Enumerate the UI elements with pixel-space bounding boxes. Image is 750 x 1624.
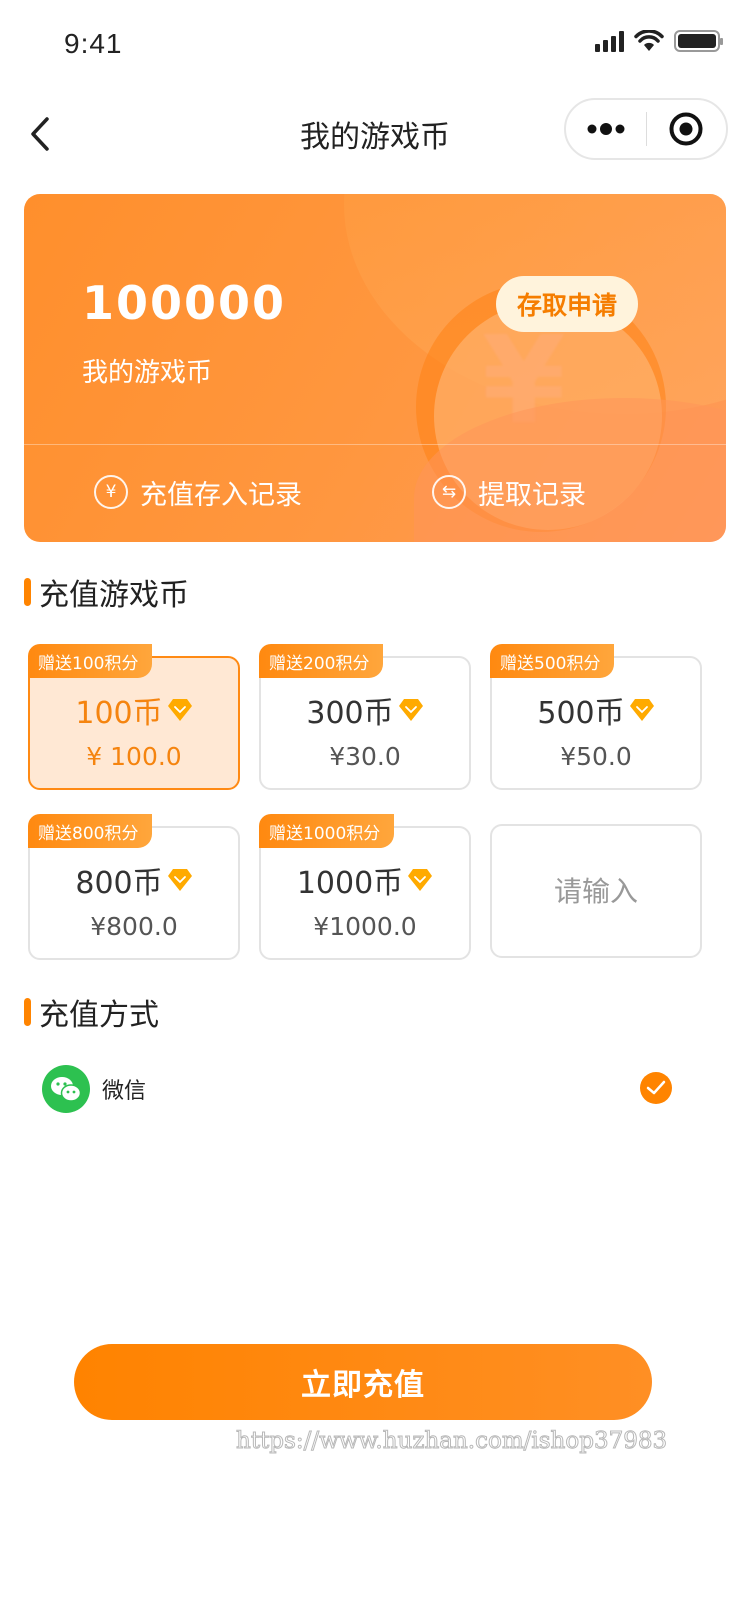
diamond-icon: [398, 699, 423, 721]
more-dots-icon: [587, 123, 625, 135]
diamond-icon: [167, 699, 192, 721]
checkmark-icon[interactable]: [640, 1072, 672, 1104]
bonus-points-badge: 赠送1000积分: [259, 814, 395, 848]
package-coins: 800币: [30, 858, 238, 902]
coin-package-card[interactable]: 赠送100积分 100币 ¥ 100.0: [28, 644, 240, 790]
status-time: 9:41: [64, 28, 123, 59]
custom-amount-field[interactable]: [490, 824, 702, 958]
package-coins-label: 800币: [75, 866, 163, 901]
deposit-records-link[interactable]: ¥ 充值存入记录: [94, 470, 302, 514]
package-coins-label: 1000币: [296, 866, 404, 901]
coin-package-card[interactable]: 赠送1000积分 1000币 ¥1000.0: [259, 814, 471, 960]
package-coins: 100币: [30, 688, 238, 732]
nav-bar: 我的游戏币: [0, 90, 750, 178]
recharge-section-header: 充值游戏币: [24, 570, 189, 614]
package-price: ¥30.0: [329, 742, 401, 771]
package-coins-label: 100币: [75, 696, 163, 731]
withdraw-records-link[interactable]: ⇆ 提取记录: [432, 470, 586, 514]
package-coins-label: 300币: [306, 696, 394, 731]
wechat-icon: [42, 1065, 90, 1113]
signal-icon: [595, 30, 624, 52]
section-accent-bar: [24, 998, 31, 1026]
bonus-points-badge: 赠送500积分: [490, 644, 615, 678]
more-button[interactable]: [566, 100, 646, 158]
withdraw-records-label: 提取记录: [478, 479, 586, 511]
recharge-section-title: 充值游戏币: [39, 578, 189, 613]
deposit-withdraw-apply-button[interactable]: 存取申请: [496, 276, 638, 332]
diamond-icon: [167, 869, 192, 891]
package-price: ¥800.0: [90, 912, 178, 941]
card-divider: [24, 444, 726, 445]
package-coins: 300币: [261, 688, 469, 732]
coin-balance: 100000: [82, 276, 287, 330]
watermark-text: https://www.huzhan.com/ishop37983: [235, 1428, 668, 1455]
yen-circle-icon: ¥: [94, 475, 128, 509]
coin-balance-card: ¥ 100000 我的游戏币 存取申请 ¥ 充值存入记录 ⇆ 提取记录: [24, 194, 726, 542]
package-price: ¥1000.0: [313, 912, 417, 941]
section-accent-bar: [24, 578, 31, 606]
coin-package-card[interactable]: 赠送800积分 800币 ¥800.0: [28, 814, 240, 960]
exchange-arrows-icon: ⇆: [432, 475, 466, 509]
wifi-icon: [634, 30, 664, 51]
target-circle-icon: [669, 112, 703, 146]
package-coins-label: 500币: [537, 696, 625, 731]
coin-package-card[interactable]: 赠送200积分 300币 ¥30.0: [259, 644, 471, 790]
diamond-icon: [629, 699, 654, 721]
custom-amount-input[interactable]: [492, 826, 700, 956]
payment-section-title: 充值方式: [39, 998, 159, 1033]
payment-section-header: 充值方式: [24, 990, 159, 1034]
bonus-points-badge: 赠送100积分: [28, 644, 153, 678]
status-icons: [595, 30, 723, 52]
recharge-now-button[interactable]: 立即充值: [74, 1344, 652, 1420]
package-coins: 500币: [492, 688, 700, 732]
bonus-points-badge: 赠送200积分: [259, 644, 384, 678]
battery-icon: [674, 30, 723, 52]
mini-program-capsule: [564, 98, 728, 160]
package-price: ¥50.0: [560, 742, 632, 771]
status-bar: 9:41: [0, 0, 750, 90]
coin-package-card[interactable]: 赠送500积分 500币 ¥50.0: [490, 644, 702, 790]
coin-balance-label: 我的游戏币: [82, 358, 213, 388]
payment-method-wechat[interactable]: 微信: [42, 1064, 682, 1114]
payment-method-label: 微信: [102, 1079, 147, 1104]
deposit-records-label: 充值存入记录: [140, 479, 302, 511]
close-mini-program-button[interactable]: [647, 100, 727, 158]
bonus-points-badge: 赠送800积分: [28, 814, 153, 848]
package-price: ¥ 100.0: [86, 742, 182, 771]
diamond-icon: [408, 869, 433, 891]
package-coins: 1000币: [261, 858, 469, 902]
